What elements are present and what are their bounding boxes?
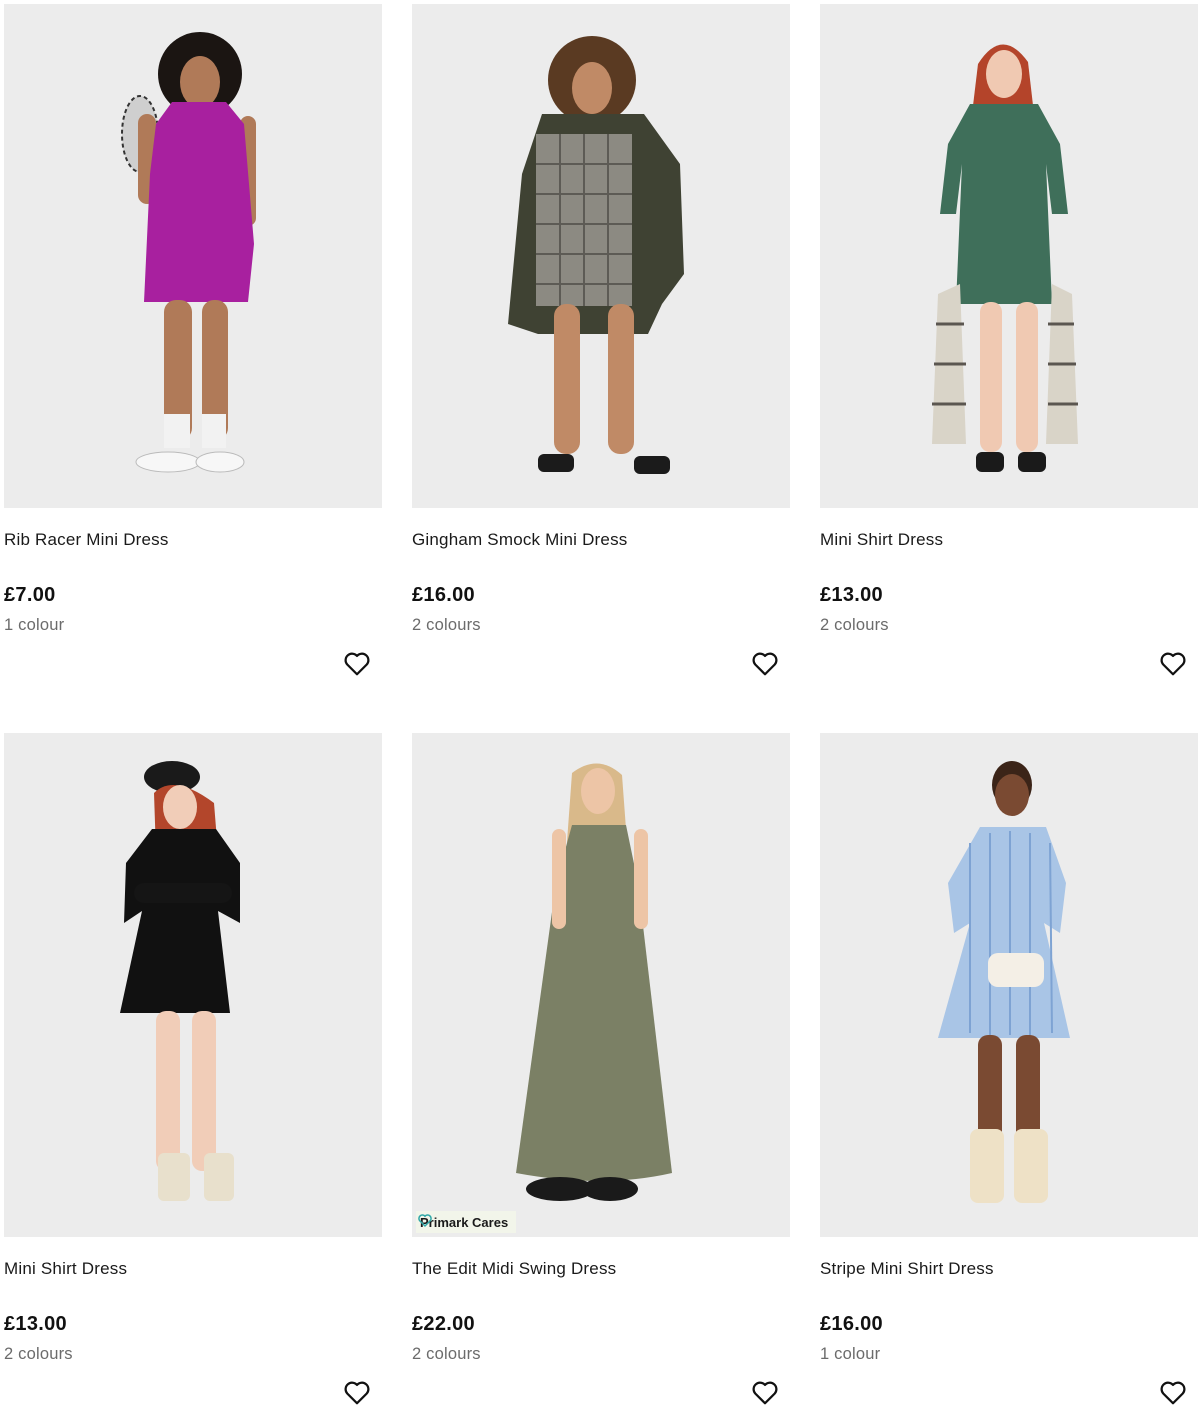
product-price: £7.00 <box>4 584 56 606</box>
product-card[interactable]: Primark Cares The Edit Midi Swing Dress … <box>412 733 790 1423</box>
model-illustration <box>938 761 1070 1203</box>
product-image[interactable] <box>4 733 382 1237</box>
product-title[interactable]: Stripe Mini Shirt Dress <box>820 1259 994 1279</box>
product-image[interactable]: Primark Cares <box>412 733 790 1237</box>
heart-outline-icon <box>752 652 778 676</box>
product-price: £13.00 <box>820 584 883 606</box>
product-image[interactable] <box>820 733 1198 1237</box>
add-to-wishlist-button[interactable] <box>1158 1377 1188 1407</box>
product-image[interactable] <box>4 4 382 508</box>
product-card[interactable]: Stripe Mini Shirt Dress £16.00 1 colour <box>820 733 1198 1423</box>
model-illustration <box>516 763 672 1201</box>
product-card[interactable]: Gingham Smock Mini Dress £16.00 2 colour… <box>412 4 790 694</box>
heart-outline-icon <box>1160 1381 1186 1405</box>
heart-outline-icon <box>1160 652 1186 676</box>
heart-outline-icon <box>344 1381 370 1405</box>
colour-count: 2 colours <box>820 616 889 634</box>
primark-cares-badge: Primark Cares <box>416 1211 517 1233</box>
product-image[interactable] <box>412 4 790 508</box>
product-title[interactable]: Rib Racer Mini Dress <box>4 530 169 550</box>
model-illustration <box>932 44 1078 472</box>
add-to-wishlist-button[interactable] <box>342 1377 372 1407</box>
product-price: £16.00 <box>820 1313 883 1335</box>
product-card[interactable]: Rib Racer Mini Dress £7.00 1 colour <box>4 4 382 694</box>
product-card[interactable]: Mini Shirt Dress £13.00 2 colours <box>4 733 382 1423</box>
product-card[interactable]: Mini Shirt Dress £13.00 2 colours <box>820 4 1198 694</box>
product-title[interactable]: The Edit Midi Swing Dress <box>412 1259 616 1279</box>
model-illustration <box>120 761 240 1201</box>
heart-outline-icon <box>752 1381 778 1405</box>
product-title[interactable]: Gingham Smock Mini Dress <box>412 530 627 550</box>
heart-outline-icon <box>344 652 370 676</box>
product-price: £22.00 <box>412 1313 475 1335</box>
product-price: £16.00 <box>412 584 475 606</box>
product-title[interactable]: Mini Shirt Dress <box>4 1259 127 1279</box>
product-price: £13.00 <box>4 1313 67 1335</box>
add-to-wishlist-button[interactable] <box>750 648 780 678</box>
colour-count: 1 colour <box>820 1345 881 1363</box>
colour-count: 2 colours <box>4 1345 73 1363</box>
add-to-wishlist-button[interactable] <box>342 648 372 678</box>
colour-count: 1 colour <box>4 616 65 634</box>
add-to-wishlist-button[interactable] <box>750 1377 780 1407</box>
product-image[interactable] <box>820 4 1198 508</box>
add-to-wishlist-button[interactable] <box>1158 648 1188 678</box>
colour-count: 2 colours <box>412 616 481 634</box>
product-title[interactable]: Mini Shirt Dress <box>820 530 943 550</box>
heart-leaf-icon <box>418 1214 432 1228</box>
model-illustration <box>508 36 684 474</box>
colour-count: 2 colours <box>412 1345 481 1363</box>
model-illustration <box>121 32 256 473</box>
